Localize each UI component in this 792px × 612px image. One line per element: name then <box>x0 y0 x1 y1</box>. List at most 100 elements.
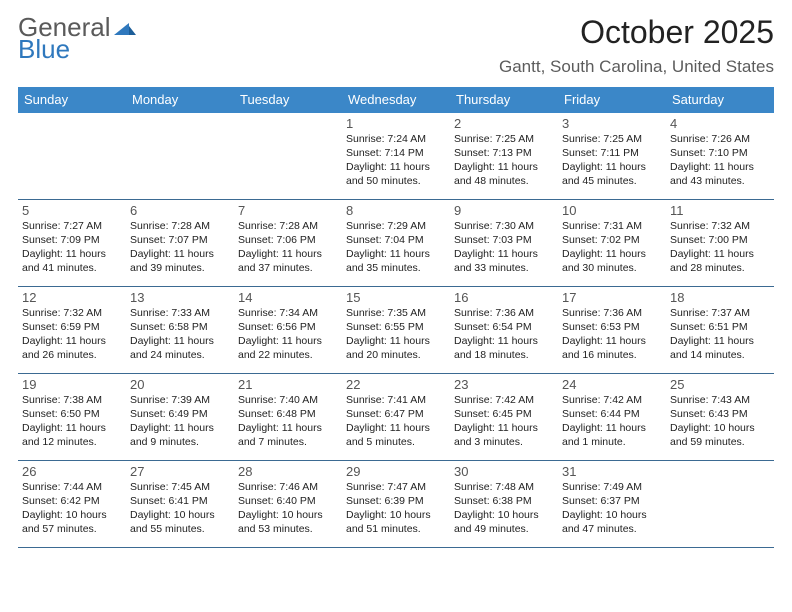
day-cell: 10Sunrise: 7:31 AMSunset: 7:02 PMDayligh… <box>558 200 666 286</box>
day-number: 11 <box>670 203 770 218</box>
day-number: 21 <box>238 377 338 392</box>
day-cell: 31 Sunrise: 7:49 AMSunset: 6:37 PMDayligh… <box>558 461 666 547</box>
day-cell: 20Sunrise: 7:39 AMSunset: 6:49 PMDayligh… <box>126 374 234 460</box>
day-cell: 29Sunrise: 7:47 AMSunset: 6:39 PMDayligh… <box>342 461 450 547</box>
sunrise-text: Sunrise: 7:24 AM <box>346 133 446 147</box>
sunrise-text: Sunrise: 7:34 AM <box>238 307 338 321</box>
brand-logo: General Blue <box>18 14 136 62</box>
sunset-text: Sunset: 6:38 PM <box>454 495 554 509</box>
weekday-header: Monday <box>126 87 234 113</box>
sunset-text: Sunset: 6:51 PM <box>670 321 770 335</box>
sunrise-text: Sunrise: 7:41 AM <box>346 394 446 408</box>
day-cell: 8Sunrise: 7:29 AMSunset: 7:04 PMDaylight… <box>342 200 450 286</box>
sunset-text: Sunset: 7:06 PM <box>238 234 338 248</box>
daylight-text: Daylight: 11 hours and 45 minutes. <box>562 161 662 189</box>
sunrise-text: Sunrise: 7:30 AM <box>454 220 554 234</box>
day-number: 9 <box>454 203 554 218</box>
daylight-text: Daylight: 10 hours and 55 minutes. <box>130 509 230 537</box>
day-cell: 5Sunrise: 7:27 AMSunset: 7:09 PMDaylight… <box>18 200 126 286</box>
daylight-text: Daylight: 11 hours and 37 minutes. <box>238 248 338 276</box>
sunrise-text: Sunrise: 7:39 AM <box>130 394 230 408</box>
sunset-text: Sunset: 6:56 PM <box>238 321 338 335</box>
day-cell: 18Sunrise: 7:37 AMSunset: 6:51 PMDayligh… <box>666 287 774 373</box>
daylight-text: Daylight: 11 hours and 14 minutes. <box>670 335 770 363</box>
day-cell: 24Sunrise: 7:42 AMSunset: 6:44 PMDayligh… <box>558 374 666 460</box>
sunrise-text: Sunrise: 7:28 AM <box>130 220 230 234</box>
week-row: 1Sunrise: 7:24 AMSunset: 7:14 PMDaylight… <box>18 113 774 200</box>
week-row: 12Sunrise: 7:32 AMSunset: 6:59 PMDayligh… <box>18 287 774 374</box>
daylight-text: Daylight: 10 hours and 57 minutes. <box>22 509 122 537</box>
weekday-header: Saturday <box>666 87 774 113</box>
day-cell <box>18 113 126 199</box>
daylight-text: Daylight: 10 hours and 47 minutes. <box>562 509 662 537</box>
sunrise-text: Sunrise: 7:29 AM <box>346 220 446 234</box>
sunrise-text: Sunrise: 7:45 AM <box>130 481 230 495</box>
day-number: 27 <box>130 464 230 479</box>
sunset-text: Sunset: 7:10 PM <box>670 147 770 161</box>
sunrise-text: Sunrise: 7:46 AM <box>238 481 338 495</box>
sunset-text: Sunset: 7:03 PM <box>454 234 554 248</box>
sunset-text: Sunset: 7:14 PM <box>346 147 446 161</box>
day-cell: 13 Sunrise: 7:33 AMSunset: 6:58 PMDayligh… <box>126 287 234 373</box>
day-number: 16 <box>454 290 554 305</box>
day-number: 19 <box>22 377 122 392</box>
month-title: October 2025 <box>499 14 774 51</box>
sunset-text: Sunset: 6:53 PM <box>562 321 662 335</box>
day-cell: 3Sunrise: 7:25 AMSunset: 7:11 PMDaylight… <box>558 113 666 199</box>
calendar: Sunday Monday Tuesday Wednesday Thursday… <box>18 87 774 548</box>
sunset-text: Sunset: 6:43 PM <box>670 408 770 422</box>
daylight-text: Daylight: 11 hours and 28 minutes. <box>670 248 770 276</box>
sunset-text: Sunset: 6:37 PM <box>562 495 662 509</box>
day-cell: 7Sunrise: 7:28 AMSunset: 7:06 PMDaylight… <box>234 200 342 286</box>
day-number: 13 <box>130 290 230 305</box>
daylight-text: Daylight: 10 hours and 51 minutes. <box>346 509 446 537</box>
daylight-text: Daylight: 11 hours and 9 minutes. <box>130 422 230 450</box>
day-cell <box>126 113 234 199</box>
daylight-text: Daylight: 11 hours and 16 minutes. <box>562 335 662 363</box>
day-cell: 15Sunrise: 7:35 AMSunset: 6:55 PMDayligh… <box>342 287 450 373</box>
day-cell: 23Sunrise: 7:42 AMSunset: 6:45 PMDayligh… <box>450 374 558 460</box>
day-number: 24 <box>562 377 662 392</box>
week-row: 19Sunrise: 7:38 AMSunset: 6:50 PMDayligh… <box>18 374 774 461</box>
day-number: 31 <box>562 464 662 479</box>
daylight-text: Daylight: 11 hours and 24 minutes. <box>130 335 230 363</box>
sunset-text: Sunset: 6:39 PM <box>346 495 446 509</box>
sunrise-text: Sunrise: 7:26 AM <box>670 133 770 147</box>
sunset-text: Sunset: 6:42 PM <box>22 495 122 509</box>
day-number: 8 <box>346 203 446 218</box>
day-cell: 14Sunrise: 7:34 AMSunset: 6:56 PMDayligh… <box>234 287 342 373</box>
day-cell <box>234 113 342 199</box>
sunrise-text: Sunrise: 7:33 AM <box>130 307 230 321</box>
sunrise-text: Sunrise: 7:44 AM <box>22 481 122 495</box>
weekday-header: Friday <box>558 87 666 113</box>
daylight-text: Daylight: 11 hours and 5 minutes. <box>346 422 446 450</box>
brand-word-2: Blue <box>18 36 136 62</box>
daylight-text: Daylight: 11 hours and 50 minutes. <box>346 161 446 189</box>
day-number: 28 <box>238 464 338 479</box>
daylight-text: Daylight: 11 hours and 18 minutes. <box>454 335 554 363</box>
daylight-text: Daylight: 11 hours and 3 minutes. <box>454 422 554 450</box>
daylight-text: Daylight: 11 hours and 35 minutes. <box>346 248 446 276</box>
weekday-header: Wednesday <box>342 87 450 113</box>
sunset-text: Sunset: 6:59 PM <box>22 321 122 335</box>
day-number: 30 <box>454 464 554 479</box>
day-number: 2 <box>454 116 554 131</box>
sunset-text: Sunset: 7:09 PM <box>22 234 122 248</box>
daylight-text: Daylight: 11 hours and 7 minutes. <box>238 422 338 450</box>
day-number: 10 <box>562 203 662 218</box>
day-cell: 4Sunrise: 7:26 AMSunset: 7:10 PMDaylight… <box>666 113 774 199</box>
weekday-header: Thursday <box>450 87 558 113</box>
daylight-text: Daylight: 11 hours and 22 minutes. <box>238 335 338 363</box>
sunrise-text: Sunrise: 7:49 AM <box>562 481 662 495</box>
sunrise-text: Sunrise: 7:47 AM <box>346 481 446 495</box>
weekday-header: Sunday <box>18 87 126 113</box>
day-cell: 17Sunrise: 7:36 AMSunset: 6:53 PMDayligh… <box>558 287 666 373</box>
week-row: 26Sunrise: 7:44 AMSunset: 6:42 PMDayligh… <box>18 461 774 548</box>
sunset-text: Sunset: 6:58 PM <box>130 321 230 335</box>
sunrise-text: Sunrise: 7:25 AM <box>454 133 554 147</box>
sunrise-text: Sunrise: 7:38 AM <box>22 394 122 408</box>
day-number: 22 <box>346 377 446 392</box>
day-number: 25 <box>670 377 770 392</box>
sunset-text: Sunset: 6:55 PM <box>346 321 446 335</box>
sunrise-text: Sunrise: 7:28 AM <box>238 220 338 234</box>
